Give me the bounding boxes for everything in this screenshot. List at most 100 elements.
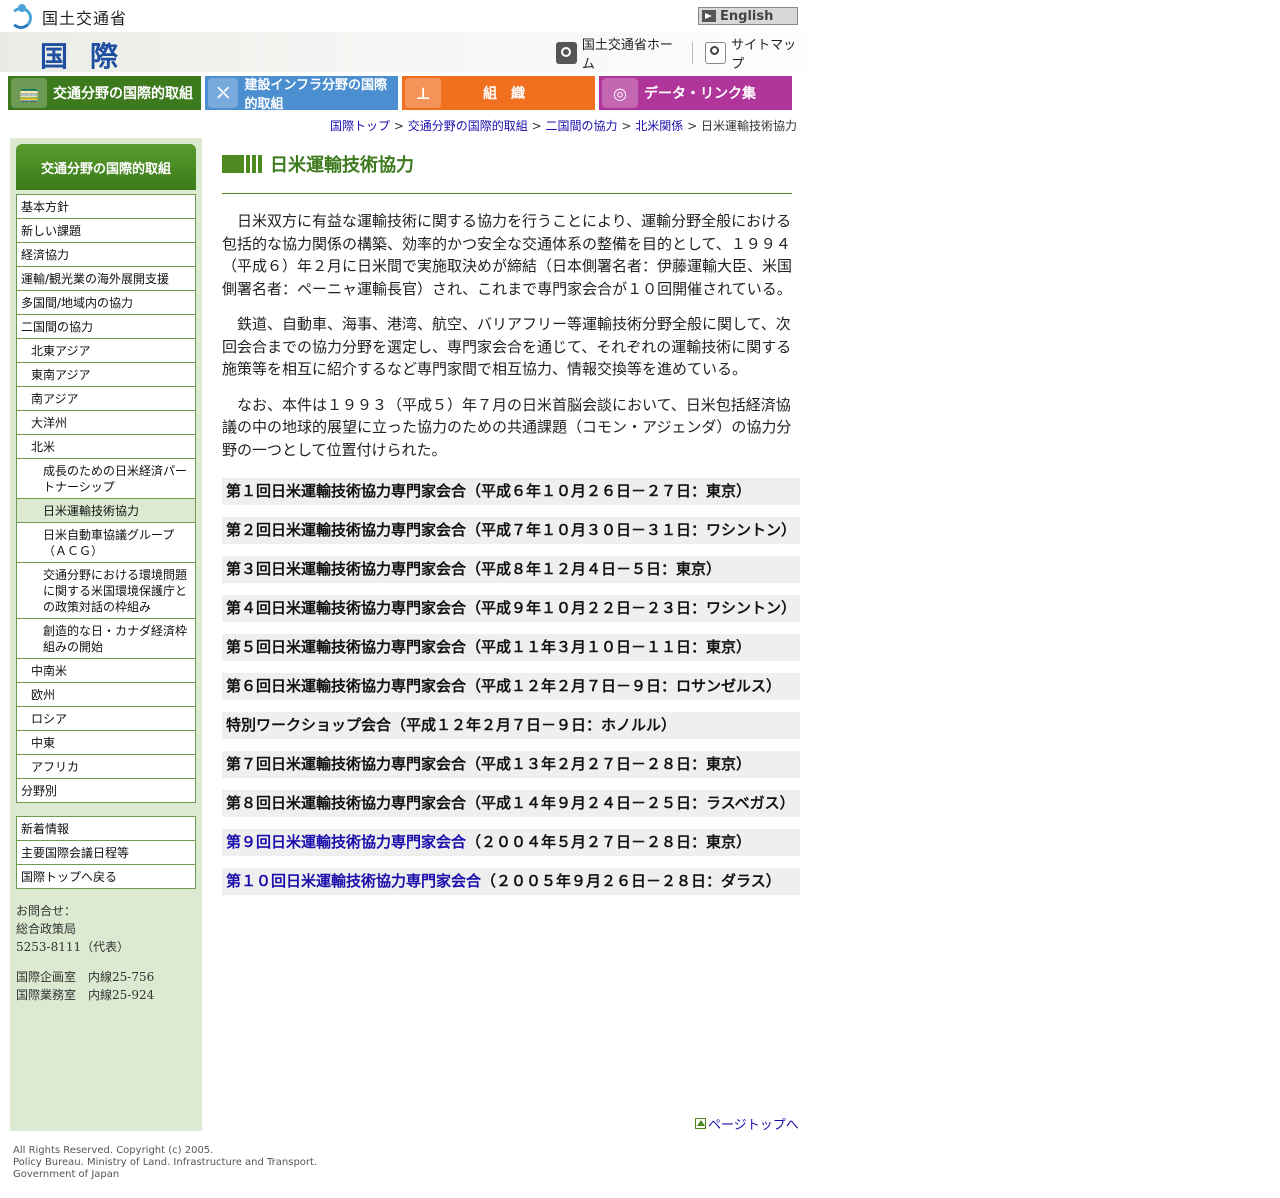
footer: All Rights Reserved. Copyright (c) 2005.… [13,1145,317,1181]
intro-paragraph-1: 日米双方に有益な運輸技術に関する協力を行うことにより、運輸分野全般における包括的… [222,212,793,298]
page-top-label: ページトップへ [708,1118,799,1133]
meeting-item-8: 第８回日米運輸技術協力専門家会合（平成１４年９月２４日－２５日：ラスベガス） [222,790,800,817]
contact-office2: 国際業務室 内線25-924 [16,988,155,1002]
breadcrumb-transport[interactable]: 交通分野の国際的取組 [408,119,528,133]
sidebar-item-transport-tech-coop[interactable]: 日米運輸技術協力 [16,499,196,523]
home-icon [556,42,577,64]
banner-title: 国際 [40,40,141,73]
sidebar-item-north-america[interactable]: 北米 [16,435,196,459]
tab-infrastructure-label: 建設インフラ分野の国際的取組 [244,78,388,112]
tab-organization[interactable]: ⊥ 組 織 [402,76,595,110]
sidebar-item-overseas-support[interactable]: 運輸/観光業の海外展開支援 [16,267,196,291]
meeting-10-detail: （２００５年９月２６日－２８日：ダラス） [481,872,781,890]
train-icon: 🚃 [11,78,47,108]
sidebar-item-latin-america[interactable]: 中南米 [16,659,196,683]
sidebar-heading: 交通分野の国際的取組 [16,144,196,190]
breadcrumb-north-america[interactable]: 北米関係 [635,119,683,133]
sidebar-item-epa-dialogue[interactable]: 交通分野における環境問題に関する米国環境保護庁との政策対話の枠組み [16,563,196,619]
sidebar-item-economic-coop[interactable]: 経済協力 [16,243,196,267]
breadcrumb-intl-top[interactable]: 国際トップ [330,119,390,133]
meeting-item-6: 第６回日米運輸技術協力専門家会合（平成１２年２月７日－９日：ロサンゼルス） [222,673,800,700]
sidebar-item-multilateral[interactable]: 多国間/地域内の協力 [16,291,196,315]
breadcrumb-current: 日米運輸技術協力 [700,119,797,133]
breadcrumb-bilateral[interactable]: 二国間の協力 [546,119,618,133]
copyright-line2: Policy Bureau. Ministry of Land. Infrast… [13,1157,318,1168]
divider [692,42,694,64]
magnifier-icon [705,42,727,64]
sidebar-item-growth-partnership[interactable]: 成長のための日米経済パートナーシップ [16,459,196,499]
main-nav-tabs: 🚃 交通分野の国際的取組 ⛌ 建設インフラ分野の国際的取組 ⊥ 組 織 ◎ デー… [8,76,796,112]
meeting-9-link[interactable]: 第９回日米運輸技術協力専門家会合 [226,833,466,851]
contact-title: お問合せ： [16,904,77,918]
copyright-line1: All Rights Reserved. Copyright (c) 2005. [13,1145,214,1156]
meeting-9-detail: （２００４年５月２７日－２８日：東京） [466,833,752,851]
contact-dept: 総合政策局 [16,922,77,936]
contact-info: お問合せ： 総合政策局 5253-8111（代表） 国際企画室 内線25-756… [16,902,154,1004]
sidebar-item-russia[interactable]: ロシア [16,707,196,731]
up-arrow-icon [695,1118,706,1129]
header-links: 国土交通省ホーム サイトマップ [556,38,805,72]
sidebar-item-middle-east[interactable]: 中東 [16,731,196,755]
sitemap-link[interactable]: サイトマップ [705,34,805,72]
tab-organization-label: 組 織 [483,86,525,102]
sidebar-item-meeting-schedule[interactable]: 主要国際会議日程等 [16,841,196,865]
sidebar-item-basic-policy[interactable]: 基本方針 [16,194,196,219]
sidebar-item-acg[interactable]: 日米自動車協議グループ（ＡＣＧ） [16,523,196,563]
sidebar-item-oceania[interactable]: 大洋州 [16,411,196,435]
sidebar-item-bilateral[interactable]: 二国間の協力 [16,315,196,339]
meeting-item-5: 第５回日米運輸技術協力専門家会合（平成１１年３月１０日－１１日：東京） [222,634,800,661]
mlit-home-link[interactable]: 国土交通省ホーム [556,34,680,72]
road-icon: ⛌ [208,78,239,108]
page-top-link[interactable]: ページトップへ [695,1114,799,1133]
contact-phone: 5253-8111（代表） [16,940,130,954]
english-button[interactable]: English [698,7,798,25]
sidebar-menu: 基本方針 新しい課題 経済協力 運輸/観光業の海外展開支援 多国間/地域内の協力… [16,194,196,803]
sidebar-item-new-issues[interactable]: 新しい課題 [16,219,196,243]
ministry-logo[interactable]: 国土交通省 [8,2,127,32]
sidebar-item-south-asia[interactable]: 南アジア [16,387,196,411]
meeting-item-workshop: 特別ワークショップ会合（平成１２年２月７日－９日：ホノルル） [222,712,800,739]
sidebar-item-canada-framework[interactable]: 創造的な日・カナダ経済枠組みの開始 [16,619,196,659]
tab-infrastructure[interactable]: ⛌ 建設インフラ分野の国際的取組 [205,76,398,112]
sidebar-item-africa[interactable]: アフリカ [16,755,196,779]
tab-data-links[interactable]: ◎ データ・リンク集 [599,76,792,110]
breadcrumb-sep: > [393,119,404,133]
sidebar-item-northeast-asia[interactable]: 北東アジア [16,339,196,363]
english-label: English [720,8,774,24]
main-content: 日米運輸技術協力 日米双方に有益な運輸技術に関する協力を行うことにより、運輸分野… [222,152,800,895]
mlit-home-label: 国土交通省ホーム [581,38,673,72]
breadcrumb-sep: > [531,119,542,133]
org-chart-icon: ⊥ [405,78,441,108]
sidebar-item-back-to-top[interactable]: 国際トップへ戻る [16,865,196,889]
meeting-item-4: 第４回日米運輸技術協力専門家会合（平成９年１０月２２日－２３日：ワシントン） [222,595,800,622]
meeting-10-link[interactable]: 第１０回日米運輸技術協力専門家会合 [226,872,481,890]
meeting-item-9: 第９回日米運輸技術協力専門家会合（２００４年５月２７日－２８日：東京） [222,829,800,856]
meeting-item-10: 第１０回日米運輸技術協力専門家会合（２００５年９月２６日－２８日：ダラス） [222,868,800,895]
sidebar-item-by-field[interactable]: 分野別 [16,779,196,803]
tab-transport[interactable]: 🚃 交通分野の国際的取組 [8,76,201,110]
meeting-item-3: 第３回日米運輸技術協力専門家会合（平成８年１２月４日－５日：東京） [222,556,800,583]
ministry-emblem-icon [8,3,36,31]
breadcrumb-sep: > [621,119,632,133]
sidebar-item-southeast-asia[interactable]: 東南アジア [16,363,196,387]
meeting-item-7: 第７回日米運輸技術協力専門家会合（平成１３年２月２７日－２８日：東京） [222,751,800,778]
copyright-line3: Government of Japan [13,1169,120,1180]
page-title: 日米運輸技術協力 [270,155,414,176]
meeting-item-1: 第１回日米運輸技術協力専門家会合（平成６年１０月２６日－２７日：東京） [222,478,800,505]
breadcrumb-sep: > [687,119,698,133]
sidebar-menu-secondary: 新着情報 主要国際会議日程等 国際トップへ戻る [16,816,196,889]
title-bars-icon [222,155,264,173]
intro-paragraph-3: なお、本件は１９９３（平成５）年７月の日米首脳会談において、日米包括経済協議の中… [222,395,792,459]
sidebar-item-news[interactable]: 新着情報 [16,816,196,841]
page-title-row: 日米運輸技術協力 [222,152,800,176]
globe-icon: ◎ [602,78,638,108]
intro-paragraph-2: 鉄道、自動車、海事、港湾、航空、バリアフリー等運輸技術分野全般に関して、次回会合… [222,315,792,378]
arrow-right-icon [702,10,716,22]
breadcrumb: 国際トップ > 交通分野の国際的取組 > 二国間の協力 > 北米関係 > 日米運… [0,117,797,134]
tab-transport-label: 交通分野の国際的取組 [53,86,193,102]
sidebar-item-europe[interactable]: 欧州 [16,683,196,707]
tab-data-links-label: データ・リンク集 [644,86,756,102]
contact-office1: 国際企画室 内線25-756 [16,970,155,984]
ministry-name: 国土交通省 [42,9,128,28]
sitemap-label: サイトマップ [731,38,797,72]
